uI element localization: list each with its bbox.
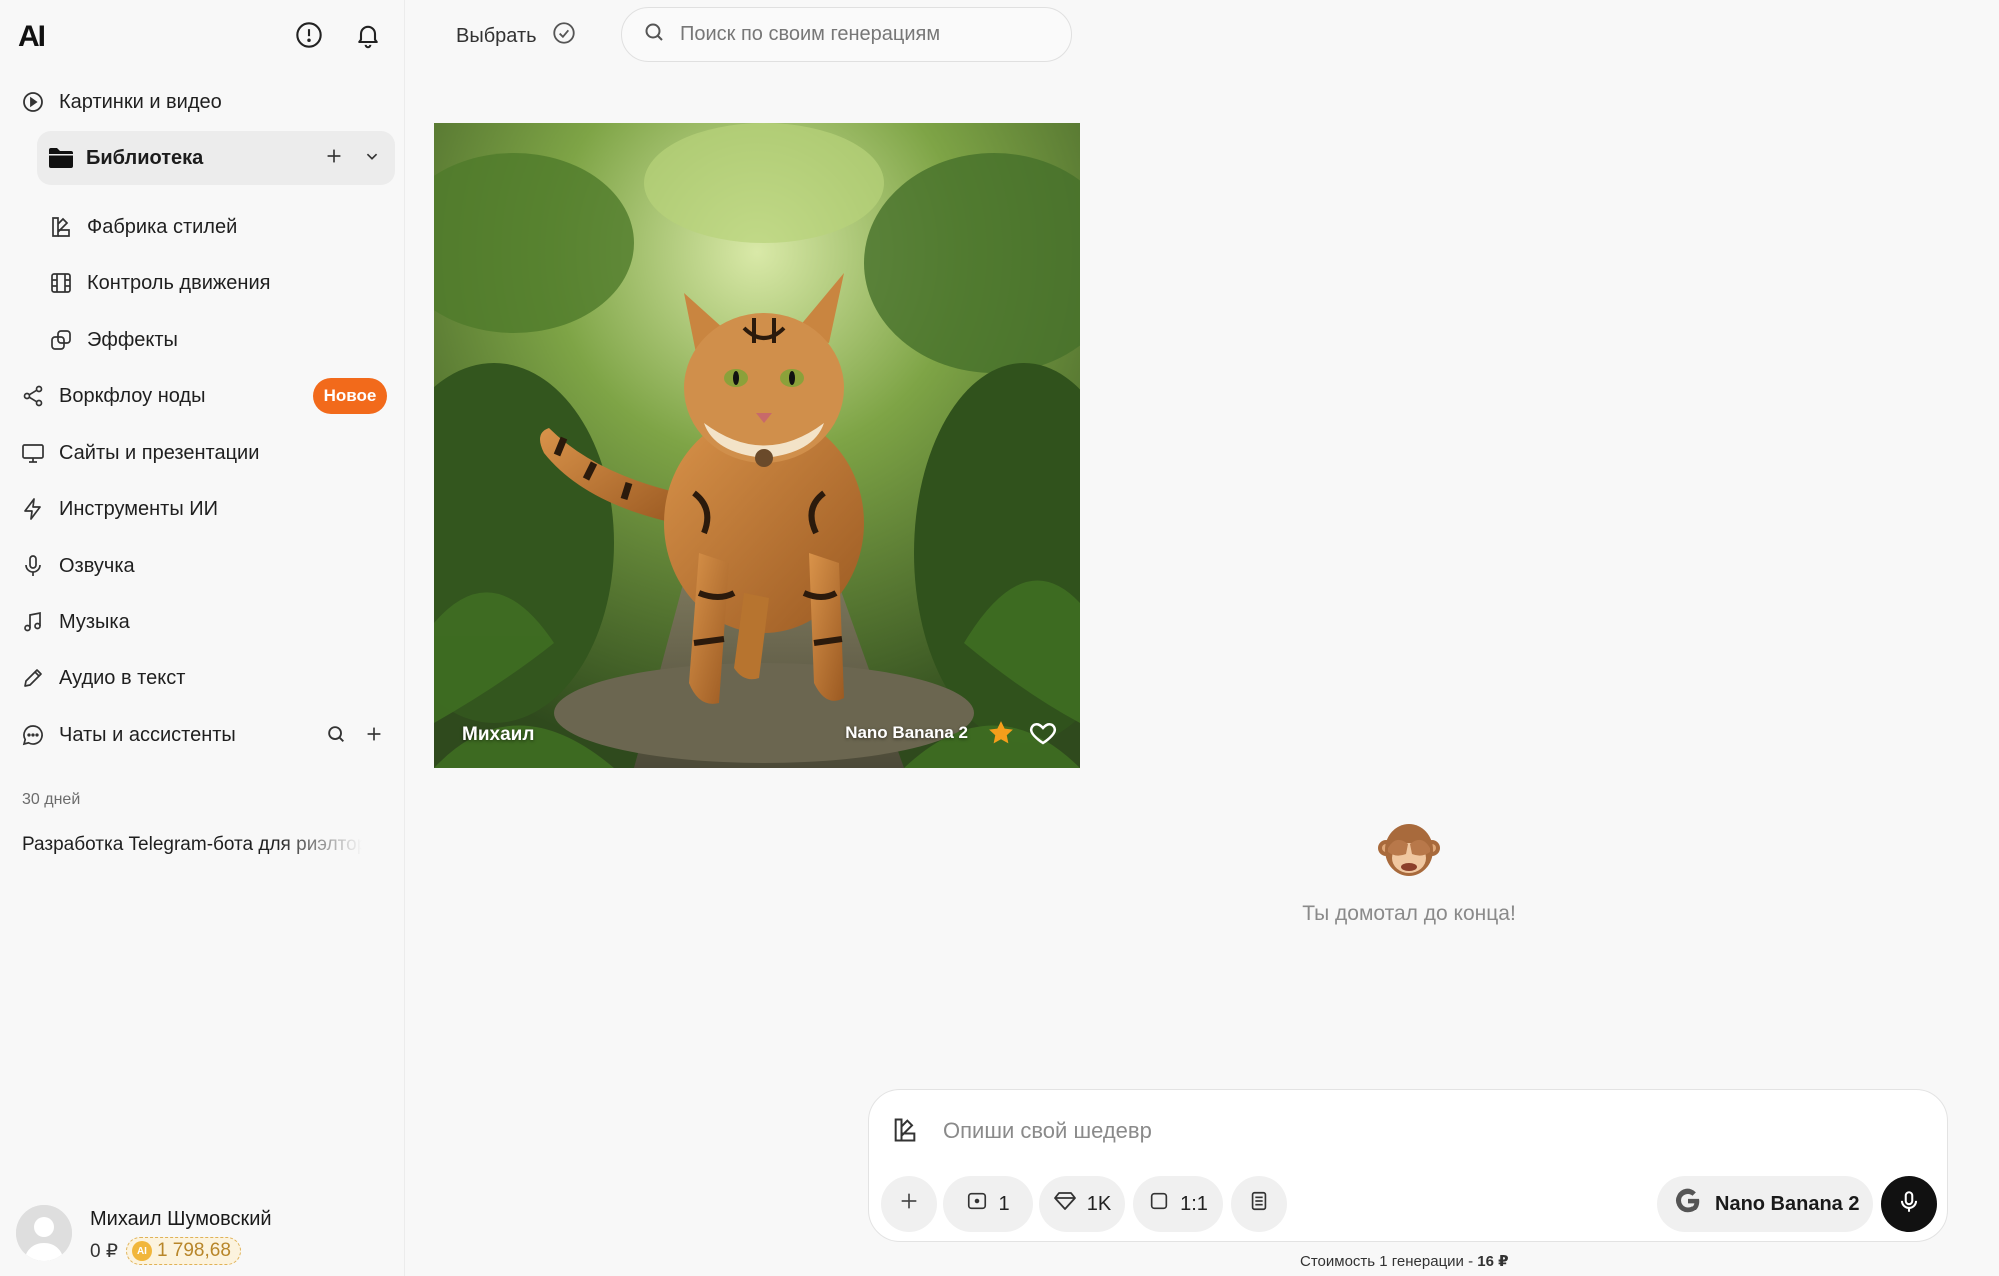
- nav-label: Контроль движения: [87, 271, 271, 294]
- monitor-icon: [20, 440, 46, 466]
- nav-ai-tools[interactable]: Инструменты ИИ: [20, 489, 218, 529]
- quality-button[interactable]: 1K: [1039, 1176, 1125, 1232]
- image-count-button[interactable]: 1: [943, 1176, 1033, 1232]
- plus-icon[interactable]: [363, 723, 385, 750]
- plus-icon: [898, 1190, 920, 1218]
- voice-input-button[interactable]: [1881, 1176, 1937, 1232]
- see-no-evil-monkey-icon: [1376, 818, 1442, 884]
- diamond-icon: [1053, 1190, 1077, 1218]
- card-model: Nano Banana 2: [845, 723, 968, 742]
- microphone-icon: [1896, 1189, 1922, 1220]
- nav-images-video[interactable]: Картинки и видео: [20, 82, 222, 122]
- generation-cost: Стоимость 1 генерации - 16 ₽: [1300, 1252, 1509, 1270]
- aspect-ratio-button[interactable]: 1:1: [1133, 1176, 1223, 1232]
- nav-audio-to-text[interactable]: Аудио в текст: [20, 658, 185, 698]
- chevron-down-icon[interactable]: [361, 145, 383, 173]
- end-of-feed-message: Ты домотал до конца!: [1302, 902, 1516, 925]
- cost-label: Стоимость 1 генерации -: [1300, 1253, 1478, 1270]
- nav-label: Сайты и презентации: [59, 441, 260, 464]
- music-note-icon: [20, 609, 46, 635]
- coin-icon: AI: [131, 1241, 152, 1261]
- new-badge: Новое: [313, 378, 387, 414]
- nav-label: Фабрика стилей: [87, 215, 238, 238]
- pen-icon: [20, 665, 46, 691]
- prompt-input[interactable]: [943, 1114, 1843, 1148]
- user-profile[interactable]: Михаил Шумовский 0 ₽ AI 1 798,68: [16, 1205, 396, 1265]
- folder-icon: [48, 145, 74, 171]
- info-icon[interactable]: [294, 20, 324, 50]
- nav-label: Аудио в текст: [59, 666, 186, 689]
- history-item[interactable]: Разработка Telegram-бота для риэлторов: [22, 834, 362, 856]
- bell-icon[interactable]: [353, 20, 383, 50]
- coin-amount: 1 798,68: [156, 1240, 231, 1261]
- heart-icon[interactable]: [1028, 718, 1058, 748]
- play-circle-icon: [20, 89, 46, 115]
- plus-icon[interactable]: [323, 145, 345, 173]
- nav-label: Музыка: [59, 610, 130, 633]
- nav-label: Воркфлоу ноды: [59, 384, 206, 407]
- document-icon: [1248, 1190, 1270, 1218]
- style-icon[interactable]: [891, 1116, 921, 1146]
- star-icon[interactable]: [986, 718, 1016, 748]
- avatar[interactable]: [16, 1205, 72, 1261]
- nav-chats-assistants[interactable]: Чаты и ассистенты: [20, 715, 236, 755]
- film-icon: [48, 270, 74, 296]
- square-icon: [1148, 1190, 1170, 1218]
- nav-label: Чаты и ассистенты: [59, 723, 236, 746]
- chat-bubble-icon: [20, 722, 46, 748]
- rub-balance: 0 ₽: [90, 1240, 118, 1262]
- image-count-value: 1: [998, 1192, 1010, 1215]
- nav-motion-control[interactable]: Контроль движения: [48, 263, 270, 303]
- model-name: Nano Banana 2: [1715, 1192, 1860, 1215]
- search-input[interactable]: [680, 23, 1060, 46]
- coin-balance[interactable]: AI 1 798,68: [125, 1237, 241, 1265]
- share-nodes-icon: [20, 383, 46, 409]
- aspect-ratio-value: 1:1: [1180, 1192, 1208, 1215]
- nav-music[interactable]: Музыка: [20, 602, 130, 642]
- check-circle-icon: [551, 20, 577, 52]
- nav-library[interactable]: Библиотека: [37, 131, 395, 185]
- bolt-icon: [20, 496, 46, 522]
- history-section-label: 30 дней: [22, 791, 81, 808]
- user-balance: 0 ₽ AI 1 798,68: [90, 1237, 241, 1265]
- google-g-icon: [1673, 1186, 1703, 1222]
- user-name: Михаил Шумовский: [90, 1208, 272, 1230]
- generation-card[interactable]: Михаил Nano Banana 2: [434, 123, 1080, 768]
- card-author: Михаил: [462, 724, 535, 745]
- effects-icon: [48, 327, 74, 353]
- nav-label: Озвучка: [59, 554, 135, 577]
- sidebar: AI Картинки и видео Библиотека Фабрика с…: [0, 0, 405, 1276]
- image-count-icon: [966, 1190, 988, 1218]
- generations-search[interactable]: [621, 7, 1072, 62]
- select-button[interactable]: Выбрать: [456, 20, 577, 52]
- microphone-icon: [20, 553, 46, 579]
- search-icon: [642, 20, 666, 49]
- nav-effects[interactable]: Эффекты: [48, 320, 178, 360]
- search-icon[interactable]: [325, 723, 347, 750]
- cost-value: 16 ₽: [1477, 1253, 1509, 1270]
- nav-label: Инструменты ИИ: [59, 497, 219, 520]
- nav-label: Эффекты: [87, 328, 178, 351]
- app-logo[interactable]: AI: [18, 20, 46, 54]
- nav-style-factory[interactable]: Фабрика стилей: [48, 207, 237, 247]
- nav-label: Библиотека: [86, 146, 204, 169]
- nav-voiceover[interactable]: Озвучка: [20, 546, 135, 586]
- add-attachment-button[interactable]: [881, 1176, 937, 1232]
- generated-image[interactable]: [434, 123, 1080, 768]
- model-selector[interactable]: Nano Banana 2: [1657, 1176, 1873, 1232]
- nav-sites-presentations[interactable]: Сайты и презентации: [20, 433, 259, 473]
- style-icon: [48, 214, 74, 240]
- nav-workflow-nodes[interactable]: Воркфлоу ноды: [20, 376, 205, 416]
- prompt-composer: 1 1K 1:1 Nano Banana 2: [868, 1089, 1948, 1242]
- select-label: Выбрать: [456, 24, 537, 47]
- nav-label: Картинки и видео: [59, 90, 222, 113]
- quality-value: 1K: [1086, 1192, 1112, 1215]
- prompt-template-button[interactable]: [1231, 1176, 1287, 1232]
